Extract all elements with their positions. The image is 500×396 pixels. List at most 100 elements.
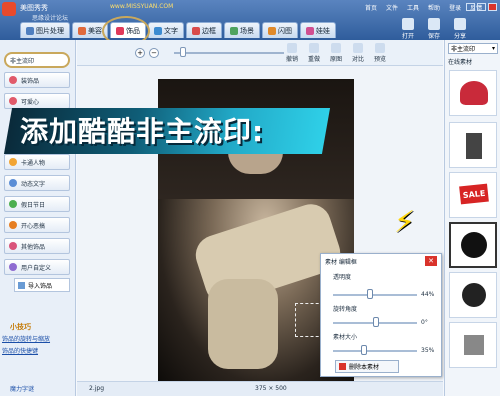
delete-icon: [339, 363, 346, 370]
zoom-slider-handle[interactable]: [180, 47, 186, 57]
category-dropdown[interactable]: 非主流印 ▾: [448, 43, 498, 54]
rotation-value: 0°: [421, 319, 428, 326]
tab-image-processing[interactable]: 图片处理: [20, 22, 70, 38]
sidebar-item-custom[interactable]: 用户自定义: [4, 259, 70, 275]
sidebar-item-other[interactable]: 其他饰品: [4, 238, 70, 254]
menu-home[interactable]: 首页: [365, 3, 377, 12]
heart-icon: [9, 97, 17, 105]
edit-toolbar: + − 撤销 重做 原图 对比 预览: [77, 40, 443, 66]
import-icon: [18, 281, 25, 289]
undo-button[interactable]: 撤销: [286, 43, 298, 63]
folder-icon: [402, 18, 414, 30]
tip-link-rotate[interactable]: 饰品的旋转与缩放: [2, 334, 50, 343]
save-icon: [428, 18, 440, 30]
opacity-value: 44%: [421, 291, 435, 298]
main-tabs: 图片处理 美容 饰品 文字 边框 场景 闪图 娃娃: [20, 22, 336, 38]
cartoon-icon: [9, 158, 17, 166]
text-icon: [154, 26, 162, 35]
decoration-icon: [9, 76, 17, 84]
material-thumb-selected[interactable]: [449, 222, 497, 268]
record-icon: [462, 283, 486, 307]
import-accessory-button[interactable]: 导入饰品: [14, 278, 70, 292]
zoom-in-button[interactable]: +: [135, 48, 145, 58]
tab-doll[interactable]: 娃娃: [300, 22, 336, 38]
tab-scene[interactable]: 场景: [224, 22, 260, 38]
watermark-text: 思缘设计论坛: [32, 15, 69, 22]
sidebar-footer-link[interactable]: 魔力字谜: [10, 384, 34, 393]
lightning-icon: ⚡: [394, 205, 416, 240]
compare-icon: [353, 43, 363, 53]
window-title: 美图秀秀: [20, 4, 48, 12]
tip-link-shortcuts[interactable]: 饰品的快捷键: [2, 346, 38, 355]
material-panel: 非主流印 ▾ 在线素材 SALE: [444, 40, 500, 396]
other-icon: [9, 242, 17, 250]
sidebar-item-cartoon[interactable]: 卡通人物: [4, 154, 70, 170]
scene-icon: [230, 26, 238, 35]
text-icon: [9, 179, 17, 187]
material-thumb[interactable]: [449, 122, 497, 168]
original-button[interactable]: 原图: [330, 43, 342, 63]
save-button[interactable]: 保存: [428, 18, 440, 40]
rotation-slider-handle[interactable]: [373, 317, 379, 327]
sidebar-item-decorations[interactable]: 装饰品: [4, 72, 70, 88]
open-button[interactable]: 打开: [402, 18, 414, 40]
opacity-slider[interactable]: [333, 294, 417, 296]
dialog-close-button[interactable]: ✕: [425, 256, 437, 266]
close-button[interactable]: [488, 3, 497, 11]
menu-bar: 首页 文件 工具 帮助 登录 反馈: [365, 3, 482, 12]
size-value: 35%: [421, 347, 435, 354]
rotation-label: 旋转角度: [333, 306, 358, 313]
menu-login[interactable]: 登录: [449, 3, 461, 12]
sidebar-item-nonmainstream-stamp[interactable]: 非主流印: [4, 52, 70, 68]
menu-tools[interactable]: 工具: [407, 3, 419, 12]
flash-icon: [268, 26, 276, 35]
delete-material-button[interactable]: 删除本素材: [335, 360, 399, 373]
sidebar-item-holidays[interactable]: 假日节日: [4, 196, 70, 212]
size-slider-handle[interactable]: [361, 345, 367, 355]
star-stamp-icon: [461, 232, 487, 258]
preview-button[interactable]: 预览: [374, 43, 386, 63]
material-thumb[interactable]: [449, 322, 497, 368]
status-image-size: 375 × 500: [255, 385, 287, 392]
watermark-url: www.MISSYUAN.COM: [110, 3, 174, 10]
opacity-label: 透明度: [333, 274, 352, 281]
doll-icon: [306, 26, 314, 35]
sale-sticker: SALE: [459, 183, 489, 205]
redo-button[interactable]: 重做: [308, 43, 320, 63]
sidebar-item-animated-text[interactable]: 动态文字: [4, 175, 70, 191]
title-bar: 美图秀秀 思缘设计论坛 www.MISSYUAN.COM 首页 文件 工具 帮助…: [0, 0, 500, 40]
size-label: 素材大小: [333, 334, 358, 341]
zoom-slider[interactable]: [174, 52, 284, 54]
size-slider[interactable]: [333, 350, 417, 352]
online-materials-link[interactable]: 在线素材: [448, 57, 498, 67]
face-icon: [78, 26, 86, 35]
opacity-slider-handle[interactable]: [367, 289, 373, 299]
material-thumb[interactable]: [449, 272, 497, 318]
tab-border[interactable]: 边框: [186, 22, 222, 38]
tab-text[interactable]: 文字: [148, 22, 184, 38]
sidebar-item-funny[interactable]: 开心恶搞: [4, 217, 70, 233]
share-icon: [454, 18, 466, 30]
funny-icon: [9, 221, 17, 229]
redo-icon: [309, 43, 319, 53]
maximize-button[interactable]: [477, 3, 486, 11]
share-button[interactable]: 分享: [454, 18, 466, 40]
dialog-title: 素材 编辑框: [325, 259, 357, 266]
frame-icon: [192, 26, 200, 35]
status-filename: 2.jpg: [89, 385, 105, 392]
preview-icon: [375, 43, 385, 53]
material-thumb[interactable]: [449, 70, 497, 116]
holiday-icon: [9, 200, 17, 208]
compare-button[interactable]: 对比: [352, 43, 364, 63]
image-icon: [26, 26, 34, 35]
minimize-button[interactable]: [466, 3, 475, 11]
menu-file[interactable]: 文件: [386, 3, 398, 12]
undo-icon: [287, 43, 297, 53]
user-icon: [9, 263, 17, 271]
material-edit-dialog: 素材 编辑框 ✕ 透明度 44% 旋转角度 0° 素材大小 35% 删除本素材: [320, 253, 442, 377]
sidebar-item-hearts[interactable]: 可爱心: [4, 93, 70, 109]
tab-flash[interactable]: 闪图: [262, 22, 298, 38]
menu-help[interactable]: 帮助: [428, 3, 440, 12]
material-thumb[interactable]: SALE: [449, 172, 497, 218]
zoom-out-button[interactable]: −: [149, 48, 159, 58]
